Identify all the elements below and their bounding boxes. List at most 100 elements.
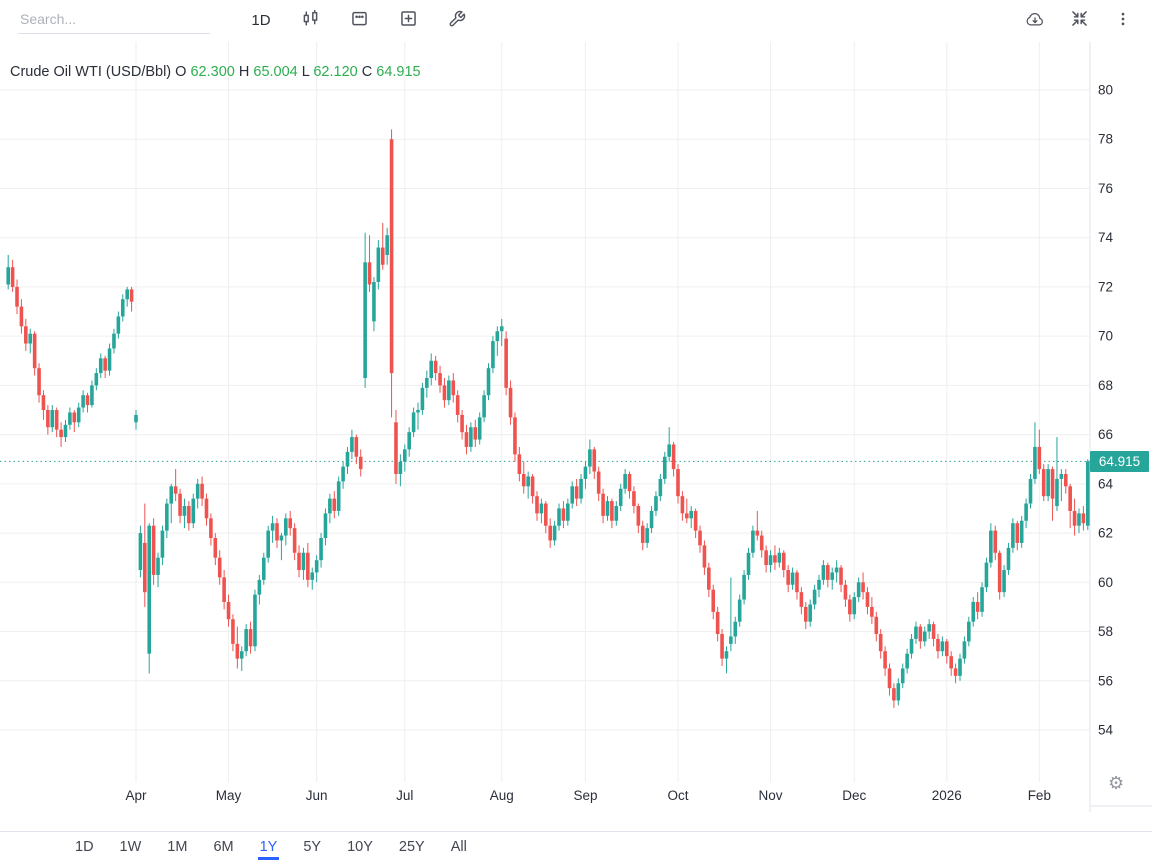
candlestick (936, 634, 940, 659)
cloud-download-button[interactable] (1020, 5, 1050, 35)
timeframe-all[interactable]: All (438, 832, 480, 864)
candlestick (412, 408, 416, 438)
timeframe-10y[interactable]: 10Y (334, 832, 386, 864)
candlestick (1046, 464, 1050, 501)
candlestick (769, 550, 773, 572)
candlestick (407, 427, 411, 457)
candlestick (795, 570, 799, 600)
collapse-button[interactable] (1064, 5, 1094, 35)
settings-button[interactable]: ⚙ (1108, 774, 1124, 792)
timeframe-1w[interactable]: 1W (107, 832, 155, 864)
candlestick (103, 356, 107, 378)
candlestick (258, 575, 262, 605)
candlestick (253, 590, 257, 652)
candlestick (425, 371, 429, 398)
candlestick (645, 523, 649, 548)
candlestick (73, 410, 77, 432)
candlestick (522, 462, 526, 494)
candlestick (1082, 506, 1086, 531)
candlestick (355, 435, 359, 465)
candlestick (64, 420, 68, 442)
candlestick (421, 383, 425, 415)
price-tick-label: 64 (1098, 476, 1114, 491)
candlestick-style-icon (301, 9, 320, 31)
month-label: Jul (396, 788, 413, 803)
candlestick (672, 442, 676, 476)
search-input[interactable] (18, 7, 210, 34)
add-chart-button[interactable] (393, 5, 423, 35)
candlestick (848, 595, 852, 622)
candlestick (275, 518, 279, 548)
candlestick (513, 412, 517, 461)
candlestick (958, 654, 962, 681)
tools-button[interactable] (442, 5, 472, 35)
candlestick (553, 521, 557, 546)
candlestick (200, 476, 204, 506)
candlestick (183, 499, 187, 529)
candlestick (562, 501, 566, 528)
interval-button[interactable]: 1D (246, 5, 276, 35)
calendar-button[interactable] (344, 5, 374, 35)
candlestick (923, 627, 927, 647)
price-tick-label: 70 (1098, 329, 1113, 344)
candlestick (663, 452, 667, 484)
candlestick (566, 499, 570, 526)
month-label: Aug (490, 788, 514, 803)
month-label: 2026 (932, 788, 962, 803)
candlestick (487, 363, 491, 400)
more-menu-button[interactable] (1108, 5, 1138, 35)
candlestick (839, 565, 843, 592)
candlestick (866, 587, 870, 614)
month-label: Jun (306, 788, 328, 803)
candlestick (720, 629, 724, 666)
candlestick (390, 129, 394, 417)
candlestick (1060, 469, 1064, 501)
candlestick (808, 600, 812, 627)
candlestick (888, 664, 892, 696)
price-chart-canvas[interactable]: 8078767472706866646260585654AprMayJunJul… (0, 0, 1152, 825)
time-axis[interactable]: AprMayJunJulAugSepOctNovDec2026Feb (125, 788, 1050, 803)
candlestick (874, 612, 878, 642)
calendar-icon (350, 9, 369, 31)
candlestick (844, 580, 848, 607)
timeframe-5y[interactable]: 5Y (290, 832, 334, 864)
candlestick (1029, 474, 1033, 508)
candlestick (654, 491, 658, 516)
price-axis[interactable]: 8078767472706866646260585654 (1098, 83, 1114, 738)
candlestick (99, 353, 103, 378)
candlestick (473, 420, 477, 447)
timeframe-6m[interactable]: 6M (200, 832, 246, 864)
candlestick-series (6, 129, 1089, 707)
gear-icon: ⚙ (1108, 773, 1124, 793)
candlestick (817, 575, 821, 597)
candlestick (434, 356, 438, 381)
candlestick (575, 479, 579, 506)
candlestick (381, 223, 385, 270)
timeframe-1d[interactable]: 1D (62, 832, 107, 864)
candlestick (778, 548, 782, 568)
candlestick (703, 540, 707, 574)
candlestick (813, 585, 817, 610)
timeframe-25y[interactable]: 25Y (386, 832, 438, 864)
candlestick (641, 521, 645, 551)
timeframe-1y[interactable]: 1Y (247, 832, 291, 864)
high-label: H (239, 64, 249, 80)
price-tick-label: 80 (1098, 83, 1113, 98)
candlestick (55, 408, 59, 438)
candlestick (315, 555, 319, 582)
timeframe-1m[interactable]: 1M (154, 832, 200, 864)
candlestick (637, 504, 641, 534)
candlestick (932, 622, 936, 647)
candlestick-style-button[interactable] (295, 5, 325, 35)
candlestick (927, 619, 931, 639)
month-label: Apr (125, 788, 147, 803)
candlestick (985, 558, 989, 592)
candlestick (733, 617, 737, 644)
candlestick (222, 570, 226, 609)
price-tick-label: 68 (1098, 378, 1113, 393)
candlestick (998, 550, 1002, 599)
candlestick (1024, 499, 1028, 529)
candlestick (328, 494, 332, 524)
price-tick-label: 66 (1098, 427, 1113, 442)
candlestick (324, 508, 328, 545)
